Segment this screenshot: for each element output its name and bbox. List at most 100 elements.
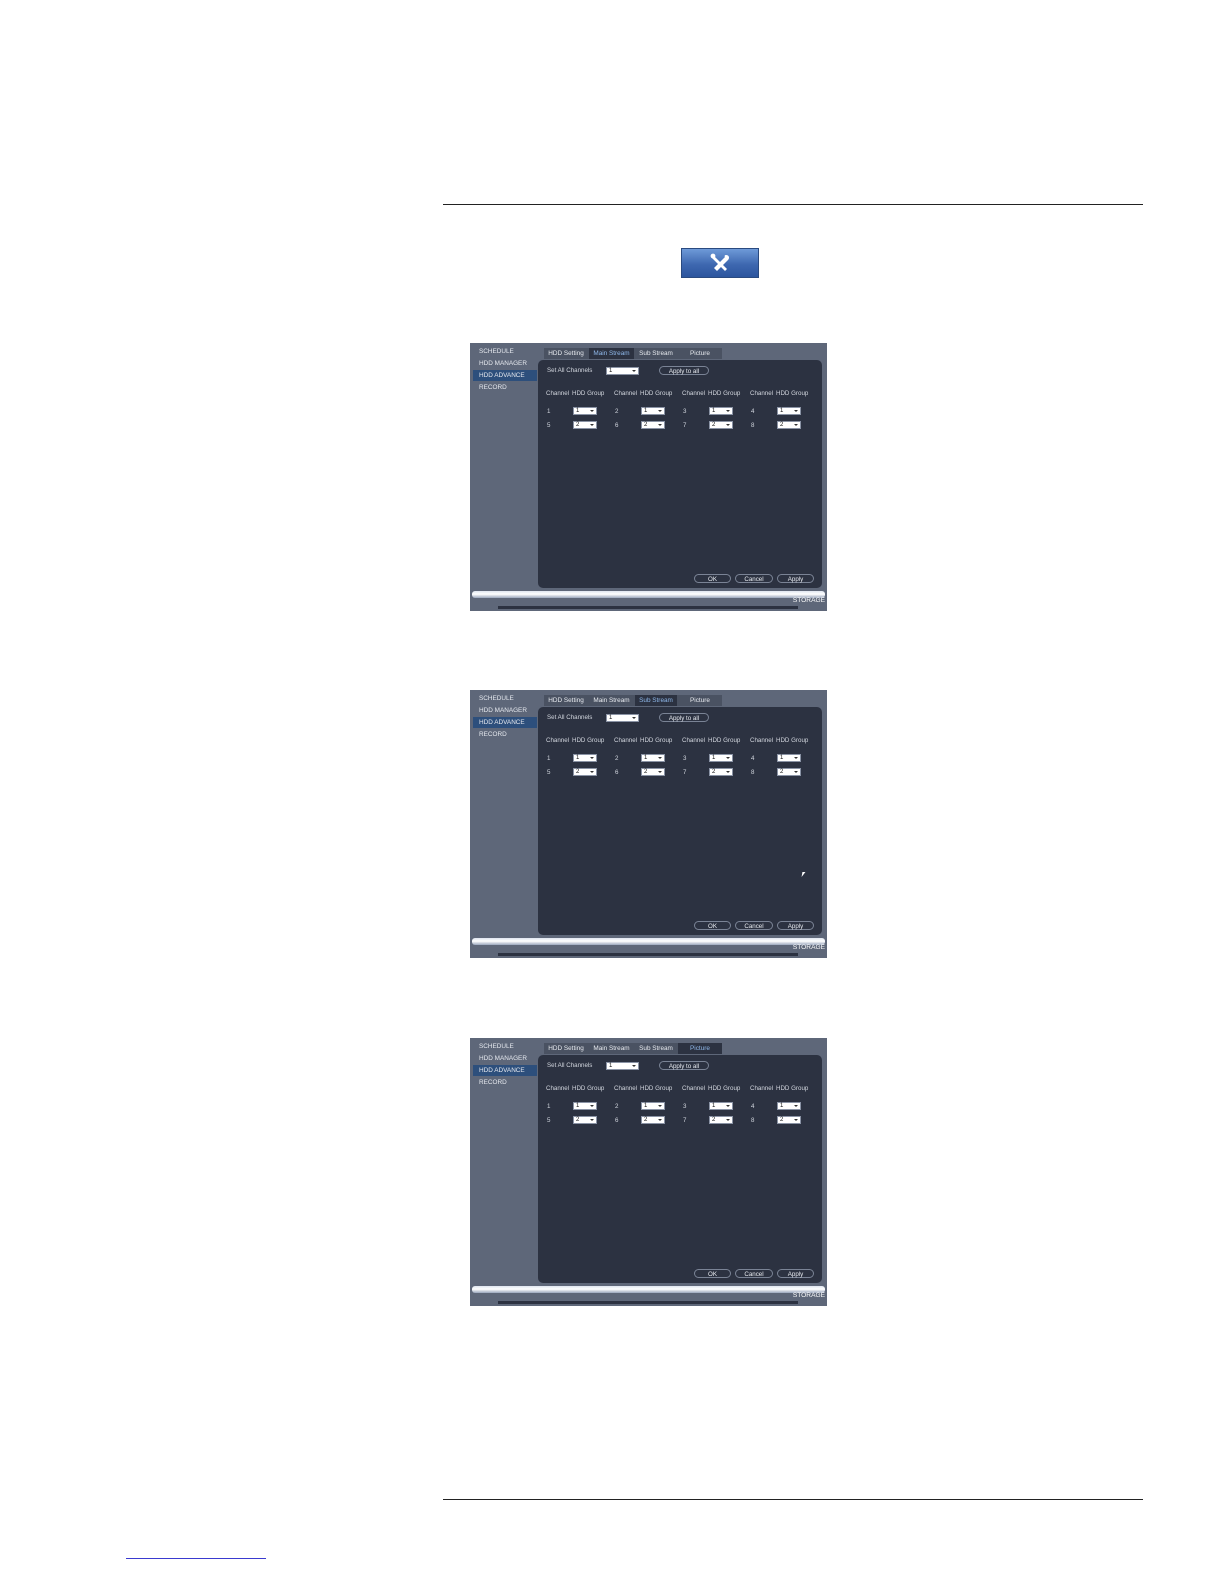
ok-button[interactable]: OK <box>694 574 731 583</box>
cancel-button[interactable]: Cancel <box>735 574 773 583</box>
chevron-down-icon <box>658 771 662 773</box>
hdd-group-select[interactable]: 2 <box>709 421 733 429</box>
ok-button[interactable]: OK <box>694 921 731 930</box>
tab-sub-stream[interactable]: Sub Stream <box>635 348 677 359</box>
tab-main-stream[interactable]: Main Stream <box>589 1043 634 1054</box>
apply-button[interactable]: Apply <box>777 574 814 583</box>
sidebar-item-hdd-manager[interactable]: HDD MANAGER <box>473 358 537 369</box>
chevron-down-icon <box>726 1105 730 1107</box>
apply-to-all-button[interactable]: Apply to all <box>659 366 709 375</box>
column-header-hdd-group: HDD Group <box>708 1085 741 1092</box>
channel-number: 7 <box>683 769 687 776</box>
bottom-strip <box>498 606 798 609</box>
chevron-down-icon <box>590 1119 594 1121</box>
set-all-channels-select[interactable]: 1 <box>606 714 639 722</box>
footer-link-underline[interactable] <box>126 1558 266 1559</box>
column-header-channel: Channel <box>682 1085 706 1092</box>
hdd-group-select[interactable]: 2 <box>641 768 665 776</box>
hdd-group-select[interactable]: 2 <box>641 1116 665 1124</box>
hdd-group-select[interactable]: 1 <box>709 754 733 762</box>
sidebar-item-hdd-manager[interactable]: HDD MANAGER <box>473 705 537 716</box>
sidebar-item-hdd-advance[interactable]: HDD ADVANCE <box>473 370 537 381</box>
tab-hdd-setting[interactable]: HDD Setting <box>544 695 588 706</box>
apply-to-all-button[interactable]: Apply to all <box>659 713 709 722</box>
tools-button[interactable] <box>681 248 759 278</box>
chevron-down-icon <box>794 1119 798 1121</box>
hdd-group-select[interactable]: 1 <box>777 1102 801 1110</box>
hdd-group-value: 2 <box>780 422 784 428</box>
hdd-group-select[interactable]: 2 <box>777 1116 801 1124</box>
apply-button[interactable]: Apply <box>777 1269 814 1278</box>
set-all-channels-label: Set All Channels <box>547 1062 593 1069</box>
progress-bar <box>472 1286 825 1293</box>
hdd-group-select[interactable]: 2 <box>709 768 733 776</box>
tab-main-stream[interactable]: Main Stream <box>589 348 634 359</box>
hdd-group-select[interactable]: 1 <box>573 407 597 415</box>
hdd-group-select[interactable]: 2 <box>777 768 801 776</box>
storage-screenshot-main-stream: SCHEDULE HDD MANAGER HDD ADVANCE RECORD HDD … <box>470 343 827 611</box>
tab-bar: HDD Setting Main Stream Sub Stream Picture <box>544 695 722 706</box>
apply-button[interactable]: Apply <box>777 921 814 930</box>
sidebar-item-schedule[interactable]: SCHEDULE <box>473 1041 537 1052</box>
hdd-group-value: 1 <box>780 408 784 414</box>
sidebar-item-hdd-manager[interactable]: HDD MANAGER <box>473 1053 537 1064</box>
hdd-group-select[interactable]: 1 <box>641 407 665 415</box>
chevron-down-icon <box>726 424 730 426</box>
tab-picture[interactable]: Picture <box>678 695 722 706</box>
hdd-group-select[interactable]: 2 <box>573 1116 597 1124</box>
chevron-down-icon <box>590 424 594 426</box>
chevron-down-icon <box>794 757 798 759</box>
hdd-group-select[interactable]: 1 <box>777 754 801 762</box>
tab-sub-stream[interactable]: Sub Stream <box>635 695 677 706</box>
hdd-group-select[interactable]: 2 <box>573 768 597 776</box>
channel-number: 3 <box>683 755 687 762</box>
set-all-channels-select[interactable]: 1 <box>606 1062 639 1070</box>
storage-label: STORAGE <box>792 1292 825 1299</box>
chevron-down-icon <box>794 424 798 426</box>
hdd-group-select[interactable]: 2 <box>573 421 597 429</box>
column-header-channel: Channel <box>546 737 570 744</box>
sidebar-item-schedule[interactable]: SCHEDULE <box>473 346 537 357</box>
storage-screenshot-picture: SCHEDULE HDD MANAGER HDD ADVANCE RECORD HDD … <box>470 1038 827 1306</box>
hdd-group-select[interactable]: 1 <box>777 407 801 415</box>
column-header-hdd-group: HDD Group <box>776 390 809 397</box>
apply-to-all-button[interactable]: Apply to all <box>659 1061 709 1070</box>
column-header-channel: Channel <box>546 1085 570 1092</box>
sidebar-item-hdd-advance[interactable]: HDD ADVANCE <box>473 1065 537 1076</box>
hdd-group-select[interactable]: 1 <box>641 754 665 762</box>
chevron-down-icon <box>726 410 730 412</box>
tab-picture[interactable]: Picture <box>678 348 722 359</box>
chevron-down-icon <box>658 757 662 759</box>
set-all-channels-select[interactable]: 1 <box>606 367 639 375</box>
hdd-group-select[interactable]: 2 <box>777 421 801 429</box>
tab-picture[interactable]: Picture <box>678 1043 722 1054</box>
sidebar-item-record[interactable]: RECORD <box>473 729 537 740</box>
channel-number: 8 <box>751 422 755 429</box>
tab-sub-stream[interactable]: Sub Stream <box>635 1043 677 1054</box>
hdd-group-select[interactable]: 1 <box>573 1102 597 1110</box>
hdd-group-select[interactable]: 2 <box>709 1116 733 1124</box>
tab-hdd-setting[interactable]: HDD Setting <box>544 348 588 359</box>
cancel-button[interactable]: Cancel <box>735 1269 773 1278</box>
storage-label: STORAGE <box>792 944 825 951</box>
tab-hdd-setting[interactable]: HDD Setting <box>544 1043 588 1054</box>
hdd-group-value: 1 <box>644 408 648 414</box>
hdd-group-select[interactable]: 1 <box>709 1102 733 1110</box>
cancel-button[interactable]: Cancel <box>735 921 773 930</box>
ok-button[interactable]: OK <box>694 1269 731 1278</box>
chevron-down-icon <box>590 410 594 412</box>
set-all-channels-label: Set All Channels <box>547 714 593 721</box>
tab-main-stream[interactable]: Main Stream <box>589 695 634 706</box>
channel-number: 2 <box>615 755 619 762</box>
column-header-hdd-group: HDD Group <box>640 390 673 397</box>
channel-number: 1 <box>547 755 551 762</box>
sidebar-item-hdd-advance[interactable]: HDD ADVANCE <box>473 717 537 728</box>
sidebar-item-record[interactable]: RECORD <box>473 1077 537 1088</box>
sidebar-item-record[interactable]: RECORD <box>473 382 537 393</box>
hdd-group-select[interactable]: 1 <box>573 754 597 762</box>
hdd-group-select[interactable]: 1 <box>709 407 733 415</box>
chevron-down-icon <box>590 1105 594 1107</box>
hdd-group-select[interactable]: 2 <box>641 421 665 429</box>
hdd-group-select[interactable]: 1 <box>641 1102 665 1110</box>
sidebar-item-schedule[interactable]: SCHEDULE <box>473 693 537 704</box>
